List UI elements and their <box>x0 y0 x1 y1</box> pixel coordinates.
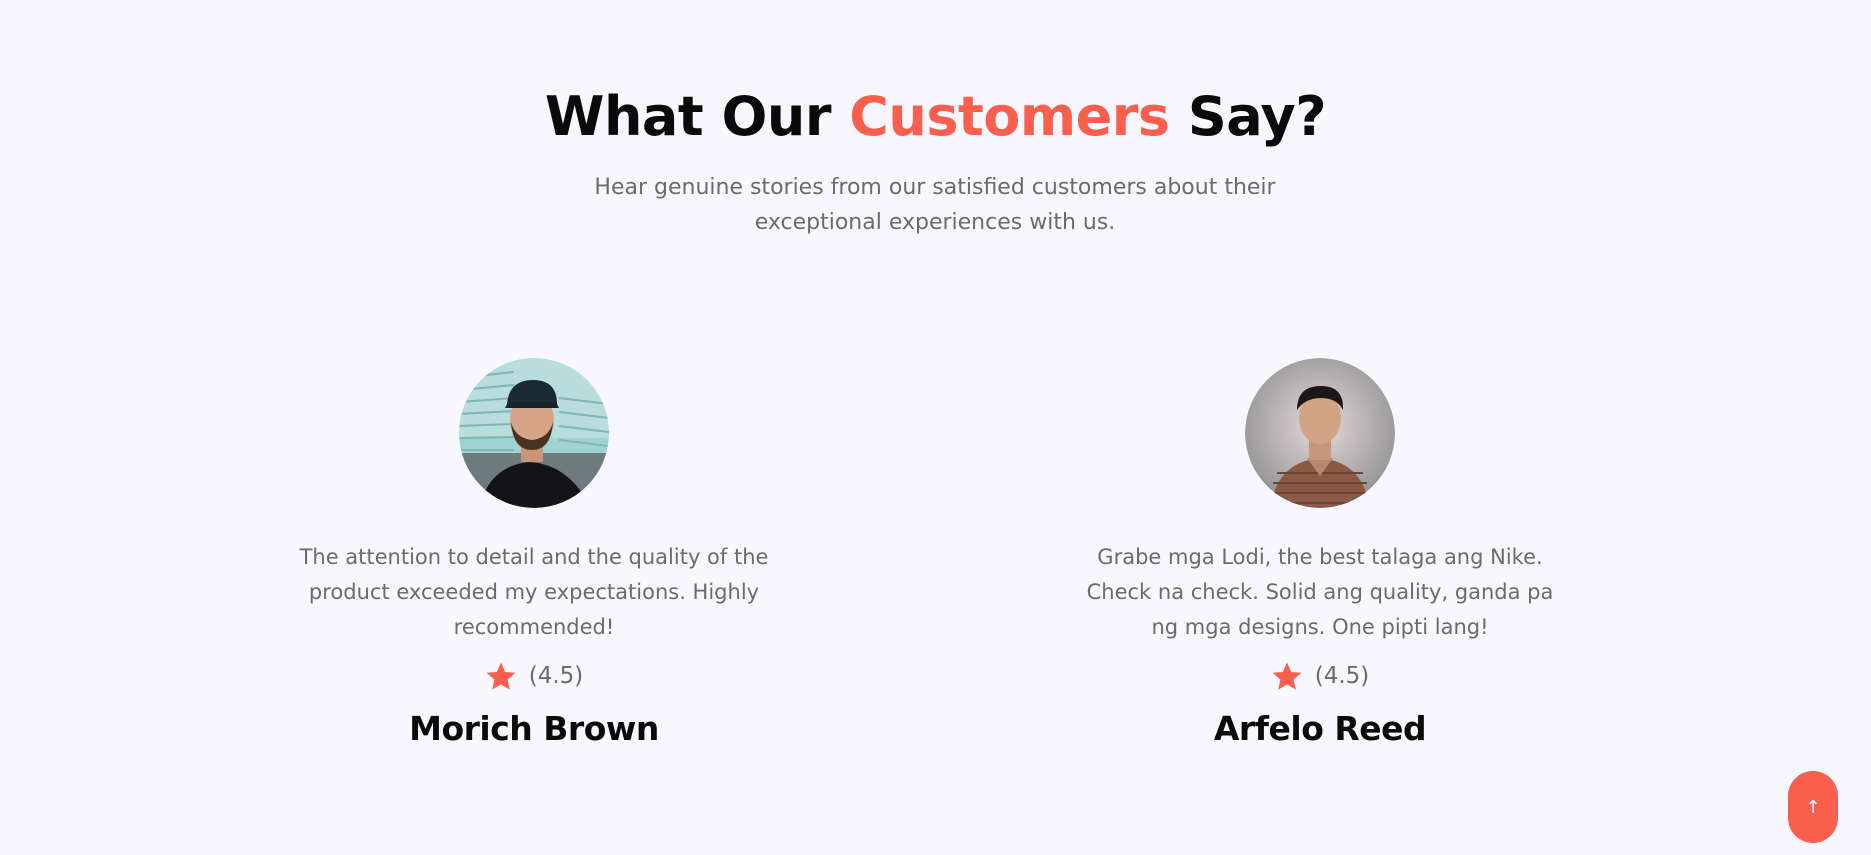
testimonial-card: The attention to detail and the quality … <box>274 358 794 751</box>
star-icon <box>486 662 516 690</box>
testimonials-section: What Our Customers Say? Hear genuine sto… <box>0 0 1871 855</box>
section-title: What Our Customers Say? <box>0 82 1871 152</box>
rating: (4.5) <box>1060 657 1580 695</box>
title-part-1: What Our <box>544 85 850 148</box>
rating-score: (4.5) <box>1314 663 1370 689</box>
star-icon <box>1272 662 1302 690</box>
rating-score: (4.5) <box>528 663 584 689</box>
scroll-to-top-button[interactable]: ↑ <box>1788 771 1838 843</box>
customer-avatar <box>1245 358 1395 508</box>
customer-name: Arfelo Reed <box>1213 709 1427 748</box>
testimonial-quote: Grabe mga Lodi, the best talaga ang Nike… <box>1086 545 1554 639</box>
customer-name: Morich Brown <box>409 709 659 748</box>
section-subtitle: Hear genuine stories from our satisfied … <box>594 175 1276 235</box>
testimonial-card: Grabe mga Lodi, the best talaga ang Nike… <box>1060 358 1580 751</box>
arrow-up-icon: ↑ <box>1805 796 1821 818</box>
rating: (4.5) <box>274 657 794 695</box>
testimonial-quote: The attention to detail and the quality … <box>299 545 769 639</box>
title-accent: Customers <box>849 85 1170 148</box>
customer-avatar <box>459 358 609 508</box>
title-part-2: Say? <box>1169 85 1327 148</box>
